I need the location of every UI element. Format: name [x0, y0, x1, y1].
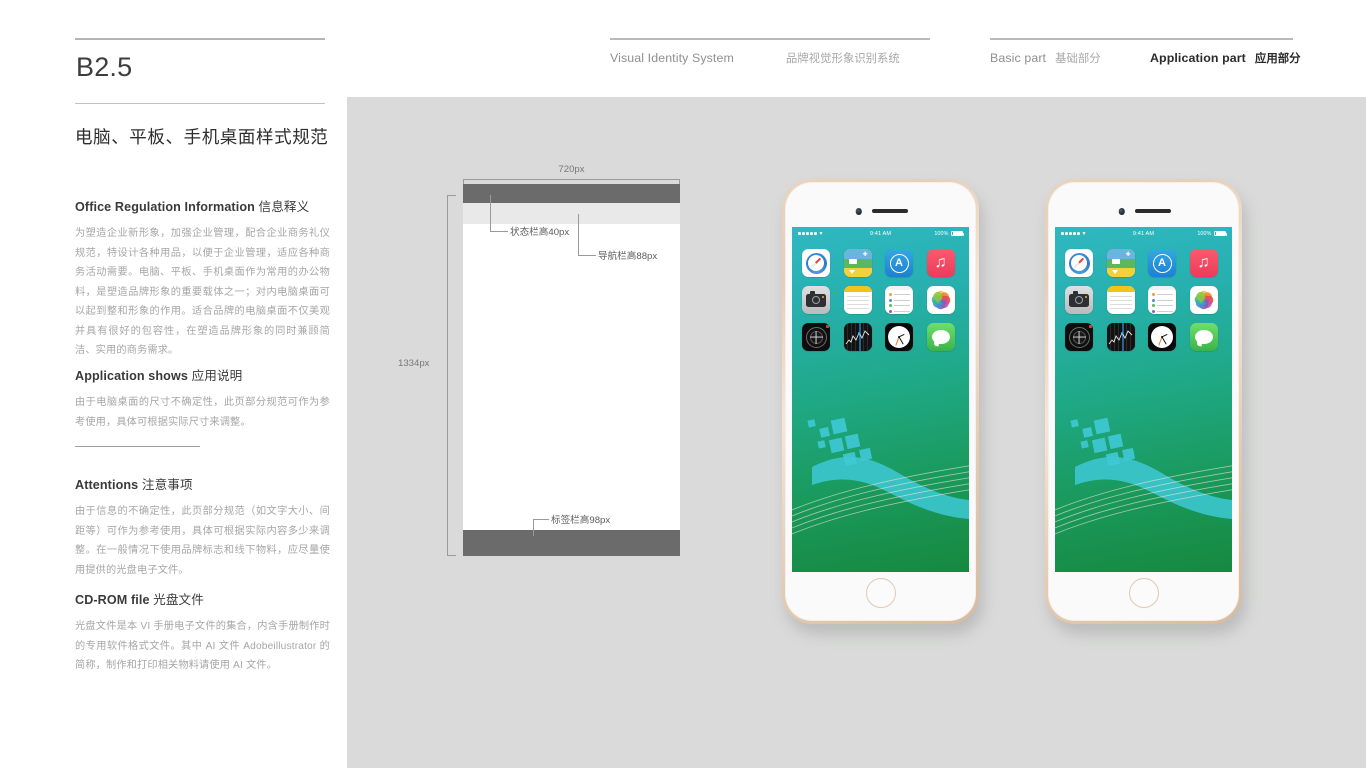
app-icon-reminders[interactable] — [885, 286, 913, 314]
breadcrumb-vis-system — [610, 38, 930, 40]
nav-item-application-part[interactable]: Application part 应用部分 — [1150, 50, 1301, 66]
nav-label-en: Visual Identity System — [610, 51, 734, 65]
info-block-office-regulation: Office Regulation Information 信息释义 为塑造企业… — [75, 196, 330, 361]
nav-rule-right-group — [990, 38, 1293, 40]
app-icon-clock[interactable] — [885, 323, 913, 351]
section-divider — [75, 446, 200, 447]
nav-item-basic-part[interactable]: Basic part 基础部分 — [990, 50, 1101, 66]
block-body: 为塑造企业新形象，加强企业管理，配合企业商务礼仪规范，特设计各种用品，以便于企业… — [75, 228, 330, 357]
battery-icon — [1214, 230, 1227, 237]
phone-body: ▾ 9:41 AM 100% ✚ A ♫ — [1048, 182, 1239, 621]
dimension-width-label: 720px — [558, 164, 585, 175]
home-screen-icon-grid: ✚ A ♫ — [802, 249, 959, 351]
app-icon-notes[interactable] — [1106, 286, 1135, 314]
app-icon-clock[interactable] — [1148, 323, 1176, 351]
annotation-status-bar: 状态栏高40px — [510, 227, 570, 238]
wireframe-nav-bar — [463, 203, 680, 224]
status-time: 9:41 AM — [869, 230, 892, 237]
phone-mockup-left: ▾ 9:41 AM 100% ✚ A ♫ — [782, 179, 987, 634]
home-button[interactable] — [865, 578, 896, 608]
app-icon-music[interactable]: ♫ — [926, 249, 955, 277]
block-heading: Office Regulation Information 信息释义 — [75, 196, 330, 215]
block-heading: Application shows 应用说明 — [75, 365, 330, 384]
home-screen-icon-grid: ✚ A ♫ — [1065, 249, 1222, 351]
wireframe-tab-bar — [463, 530, 680, 556]
dimension-height-label: 1334px — [398, 358, 430, 369]
annotation-tab-bar: 标签栏高98px — [551, 515, 611, 526]
app-icon-messages[interactable] — [926, 323, 955, 351]
app-icon-notes[interactable] — [843, 286, 872, 314]
app-icon-messages[interactable] — [1189, 323, 1218, 351]
phone-frame: ▾ 9:41 AM 100% ✚ A ♫ — [1045, 179, 1242, 624]
nav-label-cn: 基础部分 — [1055, 53, 1101, 65]
phone-screen: ▾ 9:41 AM 100% ✚ A ♫ — [1055, 227, 1232, 572]
app-icon-music[interactable]: ♫ — [1189, 249, 1218, 277]
left-text-column: B2.5 电脑、平板、手机桌面样式规范 Office Regulation In… — [75, 0, 330, 768]
status-bar: ▾ 9:41 AM 100% — [1055, 227, 1232, 240]
page-code: B2.5 — [76, 52, 133, 82]
block-heading-en: Application shows — [75, 369, 188, 383]
app-icon-app-store[interactable]: A — [1148, 249, 1176, 277]
nav-item-visual-identity: Visual Identity System 品牌视觉形象识别系统 — [610, 50, 900, 66]
nav-label-cn: 应用部分 — [1254, 53, 1301, 65]
nav-label-en: Application part — [1150, 51, 1246, 65]
front-camera-icon — [1118, 208, 1125, 215]
app-icon-maps[interactable]: ✚ — [843, 249, 872, 277]
wireframe-screen-area — [463, 184, 680, 556]
earpiece-speaker — [871, 209, 908, 213]
app-icon-safari[interactable] — [1065, 249, 1093, 277]
block-heading-cn: 信息释义 — [258, 200, 310, 214]
page-root: B2.5 电脑、平板、手机桌面样式规范 Office Regulation In… — [0, 0, 1366, 768]
nav-rule — [610, 38, 930, 40]
screen-spec-wireframe — [463, 184, 680, 556]
app-icon-photos[interactable] — [1189, 286, 1218, 314]
app-icon-maps[interactable]: ✚ — [1106, 249, 1135, 277]
phone-screen: ▾ 9:41 AM 100% ✚ A ♫ — [792, 227, 969, 572]
phone-mockup-right: ▾ 9:41 AM 100% ✚ A ♫ — [1045, 179, 1250, 634]
app-icon-safari[interactable] — [802, 249, 830, 277]
block-heading: CD-ROM file 光盘文件 — [75, 589, 330, 608]
title-rule-bottom — [75, 103, 325, 104]
block-body: 由于信息的不确定性，此页部分规范（如文字大小、间距等）可作为参考使用，具体可根据… — [75, 506, 330, 576]
stocks-line — [845, 330, 869, 345]
status-time: 9:41 AM — [1132, 230, 1155, 237]
phone-frame: ▾ 9:41 AM 100% ✚ A ♫ — [782, 179, 979, 624]
earpiece-speaker — [1134, 209, 1171, 213]
app-icon-reminders[interactable] — [1148, 286, 1176, 314]
block-heading-cn: 应用说明 — [191, 369, 243, 383]
block-heading: Attentions 注意事项 — [75, 474, 330, 493]
stocks-line — [1108, 330, 1132, 345]
wireframe-status-bar — [463, 184, 680, 203]
nav-label-cn: 品牌视觉形象识别系统 — [785, 53, 900, 65]
phone-body: ▾ 9:41 AM 100% ✚ A ♫ — [785, 182, 976, 621]
app-icon-compass[interactable] — [802, 323, 830, 351]
block-heading-en: Office Regulation Information — [75, 200, 255, 214]
block-heading-cn: 光盘文件 — [153, 593, 204, 607]
info-block-cdrom-file: CD-ROM file 光盘文件 光盘文件是本 VI 手册电子文件的集合，内含手… — [75, 589, 330, 676]
block-heading-en: CD-ROM file — [75, 593, 150, 607]
app-icon-camera[interactable] — [1065, 286, 1093, 314]
app-icon-stocks[interactable] — [1106, 323, 1135, 351]
block-heading-en: Attentions — [75, 478, 139, 492]
app-icon-camera[interactable] — [802, 286, 830, 314]
page-title: 电脑、平板、手机桌面样式规范 — [75, 127, 329, 147]
app-icon-app-store[interactable]: A — [885, 249, 913, 277]
app-icon-photos[interactable] — [926, 286, 955, 314]
dimension-height-bracket — [447, 195, 456, 556]
block-heading-cn: 注意事项 — [141, 478, 193, 492]
annotation-nav-bar: 导航栏高88px — [598, 251, 658, 262]
battery-icon — [951, 230, 964, 237]
nav-label-en: Basic part — [990, 51, 1047, 65]
front-camera-icon — [855, 208, 862, 215]
home-button[interactable] — [1128, 578, 1159, 608]
status-bar: ▾ 9:41 AM 100% — [792, 227, 969, 240]
block-body: 由于电脑桌面的尺寸不确定性，此页部分规范可作为参考使用，具体可根据实际尺寸来调整… — [75, 397, 330, 428]
block-body: 光盘文件是本 VI 手册电子文件的集合，内含手册制作时的专用软件格式文件。其中 … — [75, 621, 330, 672]
info-block-attentions: Attentions 注意事项 由于信息的不确定性，此页部分规范（如文字大小、间… — [75, 474, 330, 580]
app-icon-stocks[interactable] — [843, 323, 872, 351]
title-rule-top — [75, 38, 325, 40]
app-icon-compass[interactable] — [1065, 323, 1093, 351]
info-block-application-shows: Application shows 应用说明 由于电脑桌面的尺寸不确定性，此页部… — [75, 365, 330, 432]
nav-rule — [990, 38, 1293, 40]
